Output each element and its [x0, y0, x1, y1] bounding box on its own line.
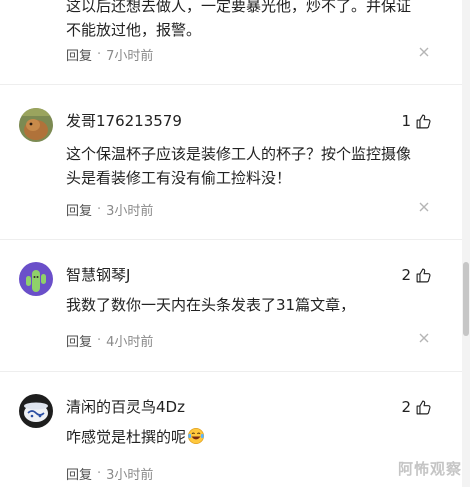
like-count: 1 [401, 112, 411, 130]
avatar[interactable] [19, 394, 53, 428]
comment-text-line: 头是看装修工有没有偷工捡料没！ [66, 169, 292, 187]
reply-button[interactable]: 回复 [66, 464, 92, 483]
comment-divider [0, 239, 462, 240]
meta-separator: · [97, 332, 102, 348]
comment-text-line: 不能放过他，报警。 [66, 21, 202, 39]
like-count: 2 [401, 398, 411, 416]
reply-button[interactable]: 回复 [66, 331, 92, 350]
comment-divider [0, 84, 462, 85]
thumbs-up-icon [416, 268, 431, 282]
like-count: 2 [401, 266, 411, 284]
like-button[interactable]: 1 [401, 111, 432, 131]
avatar-porcelain-image [19, 394, 53, 428]
comment-meta-row: 回复 · 7小时前 [66, 44, 436, 64]
comment-meta-row: 回复 · 3小时前 [66, 463, 436, 483]
comment-time: 7小时前 [106, 48, 154, 64]
reply-button[interactable]: 回复 [66, 200, 92, 219]
avatar[interactable] [19, 108, 53, 142]
username[interactable]: 清闲的百灵鸟4Dz [66, 397, 185, 417]
laughing-crying-emoji-icon [188, 427, 205, 445]
username[interactable]: 发哥176213579 [66, 111, 182, 131]
close-icon[interactable] [418, 332, 430, 344]
avatar-dog-image [19, 108, 53, 142]
meta-separator: · [97, 201, 102, 217]
comment-text-line: 我数了数你一天内在头条发表了31篇文章， [66, 296, 356, 314]
watermark: 阿怖观察 [397, 460, 462, 478]
meta-separator: · [97, 465, 102, 481]
thumbs-up-icon [416, 114, 431, 128]
username[interactable]: 智慧钢琴J [66, 265, 130, 285]
scrollbar-thumb[interactable] [463, 262, 469, 336]
comment-time: 4小时前 [106, 334, 154, 350]
comment-text-line: 这个保温杯子应该是装修工人的杯子？按个监控摄像 [66, 145, 412, 163]
close-icon[interactable] [418, 46, 430, 58]
avatar[interactable] [19, 262, 53, 296]
comment-text-line: 这以后还想去做人，一定要暴光他，炒不了。并保证 [66, 0, 412, 15]
comment-time: 3小时前 [106, 467, 154, 483]
comment-meta-row: 回复 · 3小时前 [66, 199, 436, 219]
comment-text: 我数了数你一天内在头条发表了31篇文章， [66, 293, 436, 317]
reply-button[interactable]: 回复 [66, 45, 92, 64]
like-button[interactable]: 2 [401, 397, 432, 417]
avatar-cactus-image [19, 262, 53, 296]
comment-text-partial: 这以后还想去做人，一定要暴光他，炒不了。并保证 不能放过他，报警。 [66, 0, 436, 42]
comment-meta-row: 回复 · 4小时前 [66, 330, 436, 350]
comment-text: 咋感觉是杜撰的呢 [66, 425, 436, 449]
comment-time: 3小时前 [106, 203, 154, 219]
close-icon[interactable] [418, 201, 430, 213]
comment-text: 这个保温杯子应该是装修工人的杯子？按个监控摄像 头是看装修工有没有偷工捡料没！ [66, 142, 436, 190]
comment-divider [0, 371, 462, 372]
comment-text-line: 咋感觉是杜撰的呢 [66, 428, 187, 446]
scrollbar-track[interactable] [462, 0, 470, 487]
thumbs-up-icon [416, 400, 431, 414]
like-button[interactable]: 2 [401, 265, 432, 285]
meta-separator: · [97, 46, 102, 62]
